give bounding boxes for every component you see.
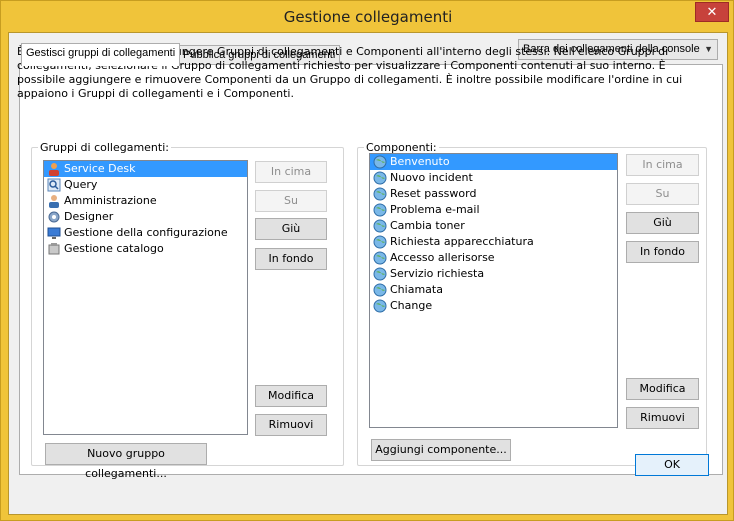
- list-item-label: Richiesta apparecchiatura: [390, 235, 534, 248]
- list-item[interactable]: Service Desk: [44, 161, 247, 177]
- list-item-label: Cambia toner: [390, 219, 465, 232]
- list-item[interactable]: Reset password: [370, 186, 617, 202]
- components-edit-button[interactable]: Modifica: [626, 378, 699, 400]
- list-item-label: Accesso allerisorse: [390, 251, 495, 264]
- globe-icon: [373, 219, 387, 233]
- groups-bottom-button[interactable]: In fondo: [255, 248, 327, 270]
- components-up-button[interactable]: Su: [626, 183, 699, 205]
- list-item[interactable]: Problema e-mail: [370, 202, 617, 218]
- admin-icon: [49, 195, 59, 208]
- tab-manage-groups[interactable]: Gestisci gruppi di collegamenti: [21, 43, 181, 66]
- query-icon: [47, 178, 61, 192]
- list-item-label: Nuovo incident: [390, 171, 473, 184]
- service-desk-icon: [49, 163, 59, 176]
- add-component-button[interactable]: Aggiungi componente...: [371, 439, 511, 461]
- groups-down-button[interactable]: Giù: [255, 218, 327, 240]
- list-item[interactable]: Gestione catalogo: [44, 241, 247, 257]
- list-item-label: Benvenuto: [390, 155, 450, 168]
- list-item[interactable]: Nuovo incident: [370, 170, 617, 186]
- catalog-icon: [48, 243, 60, 255]
- groups-remove-button[interactable]: Rimuovi: [255, 414, 327, 436]
- list-item-label: Service Desk: [64, 162, 136, 175]
- groups-label: Gruppi di collegamenti:: [38, 141, 171, 154]
- list-item[interactable]: Servizio richiesta: [370, 266, 617, 282]
- list-item-label: Change: [390, 299, 433, 312]
- globe-icon: [373, 235, 387, 249]
- globe-icon: [373, 171, 387, 185]
- list-item[interactable]: Richiesta apparecchiatura: [370, 234, 617, 250]
- list-item-label: Servizio richiesta: [390, 267, 485, 280]
- list-item-label: Reset password: [390, 187, 477, 200]
- list-item[interactable]: Change: [370, 298, 617, 314]
- titlebar[interactable]: Gestione collegamenti ✕: [1, 1, 734, 32]
- globe-icon: [373, 155, 387, 169]
- globe-icon: [373, 299, 387, 313]
- list-item[interactable]: Query: [44, 177, 247, 193]
- components-remove-button[interactable]: Rimuovi: [626, 407, 699, 429]
- groups-edit-button[interactable]: Modifica: [255, 385, 327, 407]
- globe-icon: [373, 283, 387, 297]
- globe-icon: [373, 267, 387, 281]
- groups-top-button[interactable]: In cima: [255, 161, 327, 183]
- components-list[interactable]: Benvenuto Nuovo incident Reset password …: [369, 153, 618, 428]
- list-item[interactable]: Cambia toner: [370, 218, 617, 234]
- list-item-label: Query: [64, 178, 98, 191]
- list-item[interactable]: Accesso allerisorse: [370, 250, 617, 266]
- list-item-label: Gestione della configurazione: [64, 226, 228, 239]
- components-down-button[interactable]: Giù: [626, 212, 699, 234]
- list-item-label: Amministrazione: [64, 194, 157, 207]
- new-group-button[interactable]: Nuovo gruppo collegamenti...: [45, 443, 207, 480]
- list-item[interactable]: Amministrazione: [44, 193, 247, 209]
- list-item[interactable]: Gestione della configurazione: [44, 225, 247, 241]
- groups-up-button[interactable]: Su: [255, 190, 327, 212]
- close-button[interactable]: ✕: [695, 2, 729, 22]
- ok-button[interactable]: OK: [635, 454, 709, 476]
- monitor-icon: [47, 227, 61, 239]
- designer-icon: [48, 211, 60, 223]
- globe-icon: [373, 251, 387, 265]
- list-item[interactable]: Chiamata: [370, 282, 617, 298]
- list-item-label: Problema e-mail: [390, 203, 480, 216]
- list-item[interactable]: Benvenuto: [370, 154, 617, 170]
- components-top-button[interactable]: In cima: [626, 154, 699, 176]
- globe-icon: [373, 187, 387, 201]
- list-item-label: Gestione catalogo: [64, 242, 164, 255]
- globe-icon: [373, 203, 387, 217]
- list-item-label: Chiamata: [390, 283, 443, 296]
- components-bottom-button[interactable]: In fondo: [626, 241, 699, 263]
- dialog-window: Gestione collegamenti ✕ Gestisci gruppi …: [0, 0, 734, 521]
- window-title: Gestione collegamenti: [283, 8, 453, 26]
- list-item-label: Designer: [64, 210, 114, 223]
- list-item[interactable]: Designer: [44, 209, 247, 225]
- groups-list[interactable]: Service Desk Query Amministrazione Desig…: [43, 160, 248, 435]
